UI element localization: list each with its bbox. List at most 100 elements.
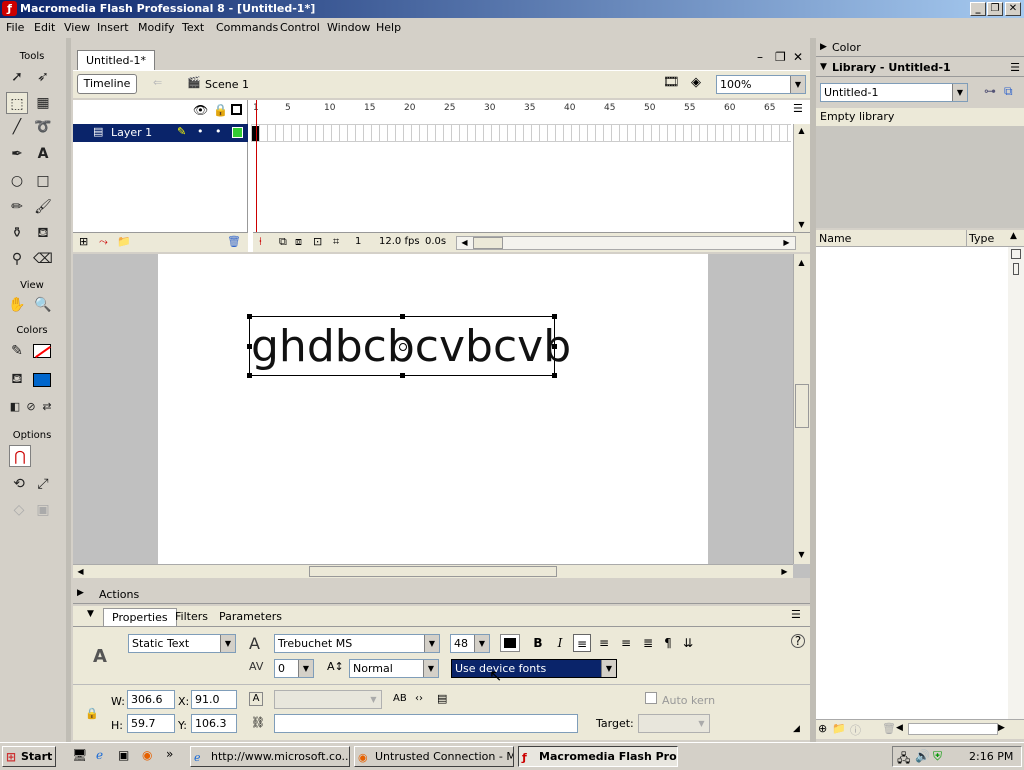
url-field[interactable] bbox=[274, 714, 578, 733]
resize-handle[interactable] bbox=[552, 314, 557, 319]
stroke-color-swatch[interactable] bbox=[33, 344, 51, 358]
scroll-up-icon[interactable]: ▲ bbox=[794, 124, 809, 138]
ink-bottle-tool-icon[interactable]: ⚱ bbox=[6, 222, 28, 244]
subselection-tool-icon[interactable]: ➶ bbox=[32, 66, 54, 88]
lock-dot-icon[interactable]: • bbox=[215, 125, 222, 138]
scale-icon[interactable]: ⤢ bbox=[32, 473, 54, 495]
doc-minimize-icon[interactable]: – bbox=[757, 50, 763, 64]
scroll-right-icon[interactable]: ▶ bbox=[777, 565, 792, 578]
chevron-down-icon[interactable]: ▼ bbox=[790, 76, 805, 93]
edit-scene-icon[interactable]: 🎞 bbox=[663, 75, 680, 90]
lasso-tool-icon[interactable]: ➰ bbox=[32, 116, 54, 138]
panel-menu-icon[interactable]: ☰ bbox=[791, 608, 801, 621]
resize-handle[interactable] bbox=[400, 314, 405, 319]
italic-button[interactable]: I bbox=[551, 634, 569, 652]
panel-menu-icon[interactable]: ☰ bbox=[1010, 58, 1020, 77]
stage-vscrollbar[interactable]: ▲ ▼ bbox=[793, 254, 810, 564]
pencil-tool-icon[interactable]: ✏ bbox=[6, 196, 28, 218]
bold-button[interactable]: B bbox=[529, 634, 547, 652]
resize-handle[interactable] bbox=[247, 373, 252, 378]
eraser-tool-icon[interactable]: ⌫ bbox=[32, 248, 54, 270]
help-icon[interactable]: ? bbox=[791, 634, 805, 648]
library-panel-header[interactable]: ▼ Library - Untitled-1 ☰ bbox=[816, 58, 1024, 77]
collapse-properties-icon[interactable]: ◢ bbox=[793, 724, 800, 734]
font-rendering-select[interactable]: Use device fonts ▼ bbox=[451, 659, 617, 678]
rectangle-tool-icon[interactable]: □ bbox=[32, 170, 54, 192]
new-library-panel-icon[interactable]: ⧉ bbox=[1004, 84, 1013, 99]
scroll-down-icon[interactable]: ▼ bbox=[794, 218, 809, 232]
stage-text[interactable]: ghdbcbcvbcvb bbox=[251, 321, 571, 373]
menu-commands[interactable]: Commands bbox=[216, 21, 278, 34]
zoom-tool-icon[interactable]: 🔍 bbox=[32, 294, 54, 316]
resize-handle[interactable] bbox=[247, 344, 252, 349]
height-field[interactable]: 59.7 bbox=[127, 714, 175, 733]
layer-color-outline-icon[interactable] bbox=[232, 127, 243, 138]
library-vscrollbar[interactable] bbox=[1008, 247, 1024, 719]
ie-quicklaunch-icon[interactable]: ℯ bbox=[96, 748, 103, 762]
selectable-icon[interactable]: AB bbox=[393, 693, 407, 704]
chevron-down-icon[interactable]: ▼ bbox=[220, 635, 235, 652]
tab-filters[interactable]: Filters bbox=[167, 608, 216, 626]
menu-edit[interactable]: Edit bbox=[34, 21, 55, 34]
scroll-left-icon[interactable]: ◀ bbox=[896, 723, 903, 733]
chevron-down-icon[interactable]: ▼ bbox=[298, 660, 313, 677]
minimize-button[interactable]: _ bbox=[970, 2, 986, 16]
pin-library-icon[interactable]: ⊶ bbox=[984, 84, 996, 98]
free-transform-tool-icon[interactable]: ⬚ bbox=[6, 92, 28, 114]
color-panel-header[interactable]: ▶ Color bbox=[816, 38, 1024, 57]
doc-restore-icon[interactable]: ❐ bbox=[775, 50, 786, 64]
show-border-icon[interactable]: ▤ bbox=[437, 692, 447, 705]
zoom-combo[interactable]: 100% ▼ bbox=[716, 75, 806, 94]
firefox-quicklaunch-icon[interactable]: ◉ bbox=[142, 748, 152, 762]
scroll-down-icon[interactable]: ▼ bbox=[794, 548, 809, 562]
swap-colors-icon[interactable]: ⇄ bbox=[36, 396, 58, 418]
snap-magnet-icon[interactable]: ⋂ bbox=[9, 445, 31, 467]
text-tool-icon[interactable]: A bbox=[32, 143, 54, 165]
text-type-select[interactable]: Static Text ▼ bbox=[128, 634, 236, 653]
media-quicklaunch-icon[interactable]: ▣ bbox=[118, 748, 129, 762]
timeline-hscrollbar[interactable]: ◀ ▶ bbox=[456, 236, 796, 250]
sort-icon[interactable]: ▲ bbox=[1010, 231, 1017, 241]
tab-parameters[interactable]: Parameters bbox=[211, 608, 290, 626]
library-hscrollbar[interactable] bbox=[908, 723, 998, 735]
font-size-field[interactable]: 48 ▼ bbox=[450, 634, 490, 653]
justify-icon[interactable]: ≣ bbox=[639, 634, 657, 652]
render-html-icon[interactable]: ‹› bbox=[415, 693, 423, 704]
chevron-down-icon[interactable]: ▼ bbox=[474, 635, 489, 652]
insert-layer-folder-icon[interactable]: 📁 bbox=[117, 235, 131, 248]
insert-layer-icon[interactable]: ⊞ bbox=[79, 235, 88, 248]
actions-panel-header[interactable]: ▶ Actions bbox=[73, 585, 810, 604]
security-icon[interactable]: ⛨ bbox=[933, 749, 942, 764]
add-motion-guide-icon[interactable]: ⤳ bbox=[99, 235, 108, 249]
char-position-select[interactable]: Normal ▼ bbox=[349, 659, 439, 678]
collapse-arrow-icon[interactable]: ▼ bbox=[87, 609, 94, 619]
visible-dot-icon[interactable]: • bbox=[197, 125, 204, 138]
timeline-toggle-button[interactable]: Timeline bbox=[77, 74, 137, 94]
new-symbol-icon[interactable]: ⊕ bbox=[818, 722, 827, 735]
column-type[interactable]: Type bbox=[969, 232, 994, 245]
edit-multiple-frames-icon[interactable]: ⊡ bbox=[313, 235, 322, 248]
onion-skin-icon[interactable]: ⧉ bbox=[279, 235, 287, 249]
timeline-vscrollbar[interactable]: ▲ ▼ bbox=[793, 124, 810, 232]
edit-symbols-icon[interactable]: ◈ bbox=[691, 75, 701, 90]
narrow-view-icon[interactable] bbox=[1013, 263, 1019, 275]
task-flash-window[interactable]: ƒ Macromedia Flash Pro... bbox=[518, 746, 678, 767]
timeline-menu-icon[interactable]: ☰ bbox=[793, 102, 803, 115]
text-color-button[interactable] bbox=[500, 634, 520, 652]
scroll-thumb[interactable] bbox=[309, 566, 557, 577]
auto-kern-checkbox[interactable] bbox=[645, 692, 657, 704]
text-orientation-icon[interactable]: ⇊ bbox=[679, 634, 697, 652]
chevron-down-icon[interactable]: ▼ bbox=[424, 635, 439, 652]
fill-color-swatch[interactable] bbox=[33, 373, 51, 387]
scroll-right-icon[interactable]: ▶ bbox=[998, 723, 1005, 733]
resize-handle[interactable] bbox=[552, 344, 557, 349]
network-icon[interactable]: 🖧 bbox=[897, 749, 910, 770]
font-family-select[interactable]: Trebuchet MS ▼ bbox=[274, 634, 440, 653]
menu-control[interactable]: Control bbox=[280, 21, 320, 34]
task-firefox-window[interactable]: ◉ Untrusted Connection - M... bbox=[354, 746, 514, 767]
chevron-down-icon[interactable]: ▼ bbox=[952, 84, 967, 101]
line-tool-icon[interactable]: ╱ bbox=[6, 116, 28, 138]
outline-icon[interactable] bbox=[231, 104, 242, 115]
selection-tool-icon[interactable]: ➚ bbox=[6, 66, 28, 88]
menu-insert[interactable]: Insert bbox=[97, 21, 129, 34]
